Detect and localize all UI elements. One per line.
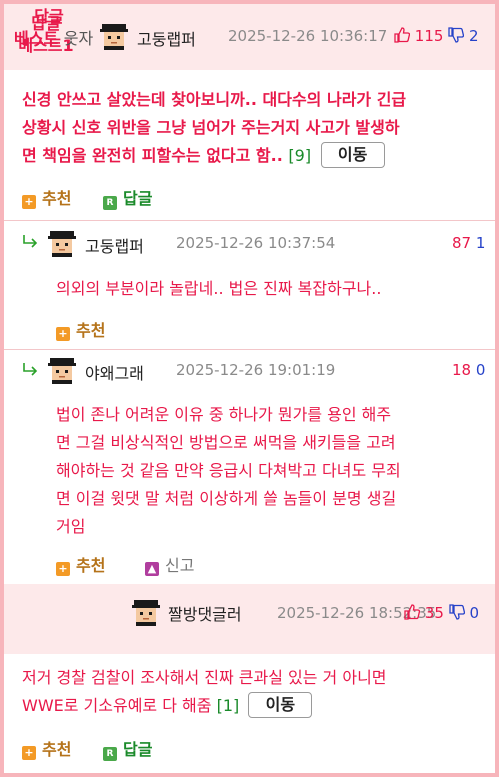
best2-badge-category: 웃자 [63, 29, 94, 48]
best1-timestamp: 2025-12-26 10:36:17 [228, 27, 388, 45]
reply-r-icon: R [103, 747, 117, 761]
siren-icon: ▲ [145, 562, 159, 576]
recommend-button[interactable]: + 추천 [56, 552, 105, 576]
thumbs-up-icon[interactable] [394, 27, 410, 43]
reply1-body-line: 의외의 부분이라 놀랍네.. 법은 진짜 복잡하구나.. [56, 279, 382, 298]
best2-downvote-count: 0 [469, 604, 479, 622]
best1-body-line-last: 면 책임을 완전히 피할수는 없다고 함.. [9] 이동 [22, 142, 482, 170]
best1-body-line: 상황시 신호 위반을 그냥 넘어가 주는거지 사고가 발생하 [22, 118, 400, 137]
best2-body-line: WWE로 기소유예로 다 해줌 [22, 696, 212, 715]
reply2-body-line: 면 이걸 윗댓 말 처럼 이상하게 쓸 놈들이 분명 생길 [56, 489, 397, 508]
best1-downvote-count: 2 [468, 27, 479, 45]
reply-label: 답글 [123, 189, 153, 208]
best1-reply-count: [9] [288, 146, 312, 165]
move-button[interactable]: 이동 [320, 142, 385, 168]
user-avatar-icon[interactable] [47, 229, 77, 257]
best1-upvote-count: 115 [414, 27, 444, 45]
plus-icon: + [22, 746, 36, 760]
best1-body: 신경 안쓰고 살았는데 찾아보니까.. 대다수의 나라가 긴급 상황시 신호 위… [22, 86, 482, 170]
best1-body-line: 면 책임을 완전히 피할수는 없다고 함.. [22, 146, 283, 165]
divider [4, 220, 495, 221]
reply2-downvote-count: 0 [475, 361, 486, 379]
user-avatar-icon[interactable] [47, 356, 77, 384]
recommend-label: 추천 [42, 189, 72, 208]
user-avatar-icon[interactable] [99, 22, 129, 50]
reply2-body-line: 면 그걸 비상식적인 방법으로 써먹을 새키들을 고려 [56, 433, 396, 452]
best1-nickname[interactable]: 고둥랩퍼 [137, 26, 196, 50]
reply2-body: 법이 존나 어려운 이유 중 하나가 뭔가를 용인 해주 면 그걸 비상식적인 … [56, 401, 486, 541]
reply-arrow-icon [23, 363, 38, 376]
thumbs-down-icon[interactable] [449, 604, 465, 620]
best2-badge-best: 베스트 [14, 29, 59, 48]
divider [4, 349, 495, 350]
best1-body-line: 신경 안쓰고 살았는데 찾아보니까.. 대다수의 나라가 긴급 [22, 90, 407, 109]
reply-label: 답글 [123, 740, 153, 759]
reply-arrow-icon [23, 235, 38, 248]
plus-icon: + [56, 562, 70, 576]
reply1-upvote-count: 87 [452, 234, 472, 252]
reply2-upvote-count: 18 [452, 361, 472, 379]
recommend-button[interactable]: + 추천 [22, 736, 71, 760]
move-button[interactable]: 이동 [248, 692, 313, 718]
best1-votes: 115 2 [394, 27, 479, 45]
best2-body-line: 저거 경찰 검찰이 조사해서 진짜 큰과실 있는 거 아니면 [22, 668, 387, 687]
reply1-downvote-count: 1 [475, 234, 486, 252]
reply2-body-line: 법이 존나 어려운 이유 중 하나가 뭔가를 용인 해주 [56, 405, 392, 424]
best2-nickname[interactable]: 짤방댓글러 [168, 601, 242, 625]
user-avatar-icon[interactable] [131, 598, 161, 626]
best2-body: 저거 경찰 검찰이 조사해서 진짜 큰과실 있는 거 아니면 WWE로 기소유예… [22, 664, 492, 720]
reply2-timestamp: 2025-12-26 19:01:19 [176, 361, 336, 379]
thumbs-up-icon[interactable] [404, 604, 420, 620]
best2-badge: 답글 베스트 웃자 [14, 6, 93, 50]
recommend-label: 추천 [42, 740, 72, 759]
reply-r-icon: R [103, 196, 117, 210]
reply1-nickname[interactable]: 고둥랩퍼 [85, 233, 144, 257]
recommend-label: 추천 [76, 321, 106, 340]
recommend-button[interactable]: + 추천 [22, 185, 71, 209]
best2-votes: 35 0 [404, 604, 479, 622]
reply1-timestamp: 2025-12-26 10:37:54 [176, 234, 336, 252]
reply-button[interactable]: R 답글 [103, 736, 152, 761]
reply2-nickname[interactable]: 야왜그래 [85, 360, 144, 384]
best2-upvote-count: 35 [424, 604, 444, 622]
reply2-votes: 18 0 [452, 361, 485, 379]
report-button[interactable]: ▲ 신고 [145, 552, 194, 576]
reply1-votes: 87 1 [452, 234, 485, 252]
best2-body-line-last: WWE로 기소유예로 다 해줌 [1] 이동 [22, 692, 492, 720]
thumbs-down-icon[interactable] [448, 27, 465, 43]
plus-icon: + [56, 327, 70, 341]
plus-icon: + [22, 195, 36, 209]
recommend-label: 추천 [76, 556, 106, 575]
reply2-body-line: 해야하는 것 같음 만약 응급시 다쳐박고 다녀도 무죄 [56, 461, 401, 480]
reply1-body: 의외의 부분이라 놀랍네.. 법은 진짜 복잡하구나.. [56, 275, 476, 303]
report-label: 신고 [165, 556, 195, 575]
reply2-body-line: 거임 [56, 517, 86, 536]
reply-button[interactable]: R 답글 [103, 185, 152, 210]
best2-badge-line2: 베스트 웃자 [14, 28, 93, 50]
recommend-button[interactable]: + 추천 [56, 317, 105, 341]
best2-reply-count: [1] [216, 696, 240, 715]
best2-badge-line1: 답글 [34, 7, 64, 26]
